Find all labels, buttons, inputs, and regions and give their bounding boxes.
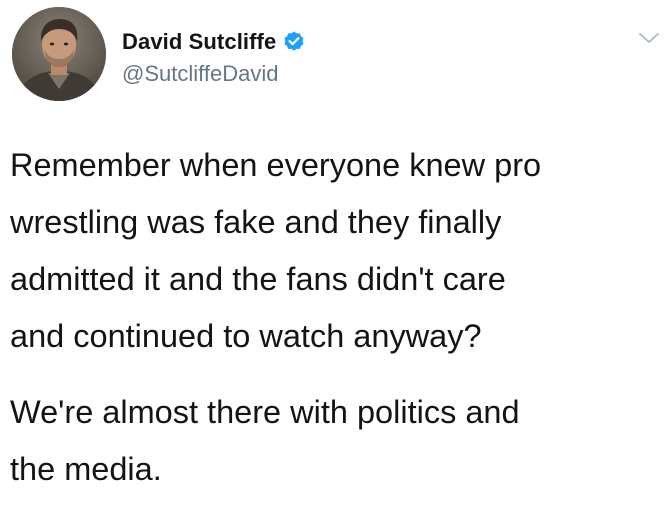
avatar[interactable] <box>12 7 106 101</box>
chevron-down-icon[interactable] <box>638 30 660 46</box>
author-display-name[interactable]: David Sutcliffe <box>122 29 276 55</box>
tweet-text-paragraph: Remember when everyone knew pro wrestlin… <box>10 147 542 354</box>
tweet-card: David Sutcliffe @SutcliffeDavid Remember… <box>0 0 669 510</box>
author-handle[interactable]: @SutcliffeDavid <box>122 61 278 87</box>
profile-photo-icon <box>12 7 106 101</box>
verified-badge-icon <box>284 31 304 51</box>
tweet-text-paragraph: We're almost there with politics and the… <box>10 394 520 487</box>
author-name-row[interactable]: David Sutcliffe <box>122 27 306 57</box>
